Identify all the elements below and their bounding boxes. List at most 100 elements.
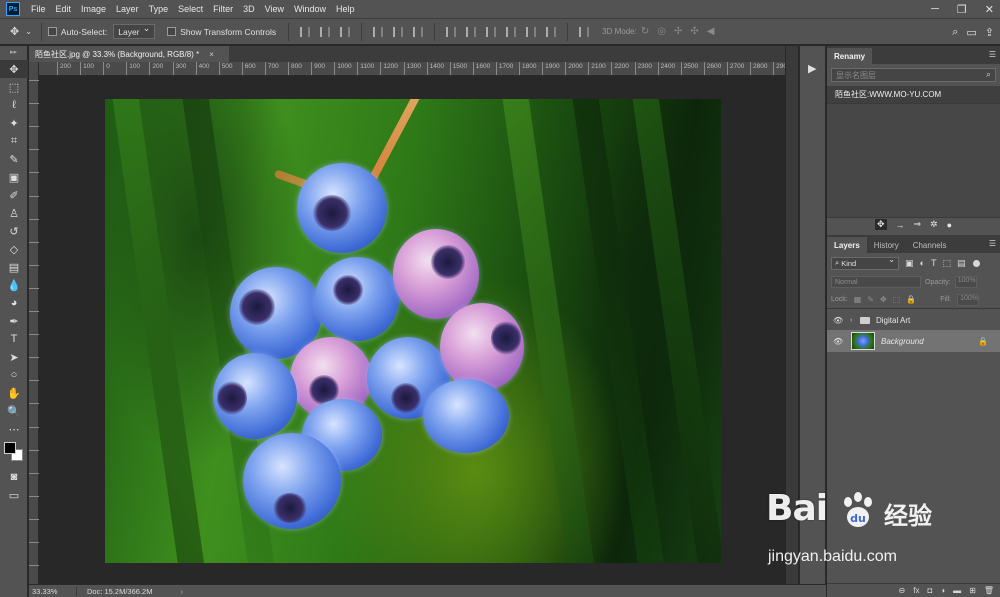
orbit-3d-icon[interactable]: ↻ — [641, 26, 649, 37]
chevron-right-icon[interactable]: › — [850, 317, 858, 324]
new-layer-icon[interactable]: ⊞ — [969, 586, 976, 595]
trash-icon[interactable]: 🗑 — [984, 586, 994, 595]
renamy-list-item[interactable]: 陌鱼社区:WWW.MO-YU.COM — [827, 86, 1000, 103]
auto-align-icon[interactable] — [579, 26, 590, 37]
path-selection-tool-icon[interactable]: ➤ — [0, 348, 28, 366]
distribute-bottom-icon[interactable] — [486, 26, 497, 37]
blend-mode-select[interactable]: Normal — [831, 276, 921, 288]
distribute-hcenter-icon[interactable] — [526, 26, 537, 37]
align-horizontal-center-icon[interactable] — [393, 26, 404, 37]
gear-icon[interactable]: ✲ — [930, 219, 938, 230]
document-image[interactable] — [105, 99, 721, 563]
menu-3d[interactable]: 3D — [238, 4, 260, 14]
type-filter-icon[interactable]: T — [931, 258, 937, 268]
move-tool-preset-icon[interactable]: ✥ — [10, 25, 19, 38]
stamp-tool-icon[interactable]: ♙ — [0, 204, 28, 222]
add-mask-icon[interactable]: ◘ — [927, 586, 932, 595]
magic-wand-tool-icon[interactable]: ✦ — [0, 114, 28, 132]
foreground-color-swatch[interactable] — [4, 442, 16, 454]
canvas-area[interactable] — [39, 77, 785, 584]
menu-type[interactable]: Type — [144, 4, 174, 14]
visibility-eye-icon[interactable]: 👁 — [833, 337, 847, 346]
auto-select-target-select[interactable]: Layer — [113, 23, 156, 39]
crop-tool-icon[interactable]: ⌗ — [0, 132, 28, 150]
tab-layers[interactable]: Layers — [827, 237, 867, 253]
lock-artboard-icon[interactable]: ⬚ — [893, 295, 901, 304]
dodge-tool-icon[interactable]: ◕ — [0, 294, 28, 312]
search-icon[interactable]: ⌕ — [952, 26, 958, 39]
lasso-tool-icon[interactable]: ℓ — [0, 96, 28, 114]
adjustment-layer-icon[interactable]: ◑ — [940, 586, 945, 595]
search-icon[interactable]: ⌕ — [986, 69, 991, 80]
tab-history[interactable]: History — [867, 237, 906, 253]
vertical-ruler[interactable] — [29, 62, 39, 584]
menu-image[interactable]: Image — [76, 4, 111, 14]
adjustment-filter-icon[interactable]: ◐ — [920, 258, 925, 268]
share-icon[interactable]: ⇪ — [985, 26, 994, 39]
smart-object-filter-icon[interactable]: ▤ — [957, 258, 966, 269]
type-tool-icon[interactable]: T — [0, 330, 28, 348]
renamy-arrow-icon[interactable]: → — [896, 220, 905, 230]
renamy-move-icon[interactable]: ✥ — [874, 219, 887, 230]
opacity-field[interactable]: 100% — [954, 276, 977, 288]
lock-transparency-icon[interactable]: ▦ — [854, 295, 862, 304]
lock-position-icon[interactable]: ✥ — [880, 295, 887, 304]
align-right-icon[interactable] — [413, 26, 424, 37]
renamy-export-icon[interactable]: ⇒ — [914, 219, 922, 230]
roll-3d-icon[interactable]: ◎ — [657, 26, 666, 37]
tab-channels[interactable]: Channels — [906, 237, 954, 253]
screen-mode-icon[interactable]: ▭ — [0, 486, 28, 504]
chevron-down-icon[interactable]: ⌄ — [25, 27, 32, 36]
layer-row-group[interactable]: 👁 › Digital Art — [827, 311, 1000, 330]
layer-name[interactable]: Background — [881, 337, 924, 346]
hand-tool-icon[interactable]: ✋ — [0, 384, 28, 402]
zoom-tool-icon[interactable]: 🔍 — [0, 402, 28, 420]
new-group-icon[interactable]: ▬ — [953, 586, 961, 595]
distribute-right-icon[interactable] — [546, 26, 557, 37]
panel-grip-icon[interactable]: ▸▸ — [0, 46, 27, 60]
shape-tool-icon[interactable]: ○ — [0, 366, 28, 384]
eraser-tool-icon[interactable]: ◇ — [0, 240, 28, 258]
filter-toggle-icon[interactable] — [973, 259, 981, 267]
close-window-icon[interactable]: ✕ — [985, 3, 994, 16]
restore-icon[interactable]: ❐ — [957, 3, 967, 16]
align-top-icon[interactable] — [300, 26, 311, 37]
menu-view[interactable]: View — [260, 4, 289, 14]
history-brush-tool-icon[interactable]: ↺ — [0, 222, 28, 240]
marquee-tool-icon[interactable]: ⬚ — [0, 78, 28, 96]
color-swatches[interactable] — [0, 438, 28, 468]
slide-3d-icon[interactable]: ✣ — [690, 26, 698, 37]
renamy-search-input[interactable]: 显示名图层 ⌕ — [831, 68, 996, 82]
zoom-level[interactable]: 33.33% — [29, 586, 77, 596]
link-layers-icon[interactable]: ⊖ — [899, 586, 906, 595]
menu-layer[interactable]: Layer — [111, 4, 144, 14]
layer-style-icon[interactable]: fx — [913, 586, 919, 595]
eyedropper-tool-icon[interactable]: ✎ — [0, 150, 28, 168]
layer-name[interactable]: Digital Art — [876, 316, 910, 325]
move-tool-icon[interactable]: ✥ — [0, 60, 28, 78]
play-icon[interactable]: ▶ — [808, 62, 816, 75]
layer-kind-filter-select[interactable]: ⌕ Kind — [831, 255, 899, 270]
align-vertical-center-icon[interactable] — [320, 26, 331, 37]
document-tab[interactable]: 陌鱼社区.jpg @ 33.3% (Background, RGB/8) * × — [29, 46, 229, 62]
shape-filter-icon[interactable]: ⬚ — [942, 258, 951, 269]
blur-tool-icon[interactable]: 💧 — [0, 276, 28, 294]
drag-3d-icon[interactable]: ✢ — [674, 26, 682, 37]
lock-all-icon[interactable]: 🔒 — [906, 295, 916, 304]
menu-select[interactable]: Select — [173, 4, 208, 14]
visibility-eye-icon[interactable]: 👁 — [833, 316, 847, 325]
status-menu-arrow-icon[interactable]: › — [180, 587, 183, 596]
distribute-vcenter-icon[interactable] — [466, 26, 477, 37]
quick-mask-icon[interactable]: ◙ — [0, 468, 28, 486]
menu-filter[interactable]: Filter — [208, 4, 238, 14]
lock-paint-icon[interactable]: ✎ — [867, 295, 874, 304]
scale-3d-icon[interactable]: ◀ — [707, 26, 715, 37]
panel-menu-icon[interactable]: ☰ — [989, 239, 996, 248]
layer-row-background[interactable]: 👁 Background 🔒 — [827, 330, 1000, 352]
brush-tool-icon[interactable]: ✐ — [0, 186, 28, 204]
fill-field[interactable]: 100% — [957, 293, 980, 306]
tab-renamy[interactable]: Renamy — [827, 48, 873, 64]
menu-edit[interactable]: Edit — [51, 4, 77, 14]
gradient-tool-icon[interactable]: ▤ — [0, 258, 28, 276]
layer-lock-icon[interactable]: 🔒 — [978, 337, 988, 346]
